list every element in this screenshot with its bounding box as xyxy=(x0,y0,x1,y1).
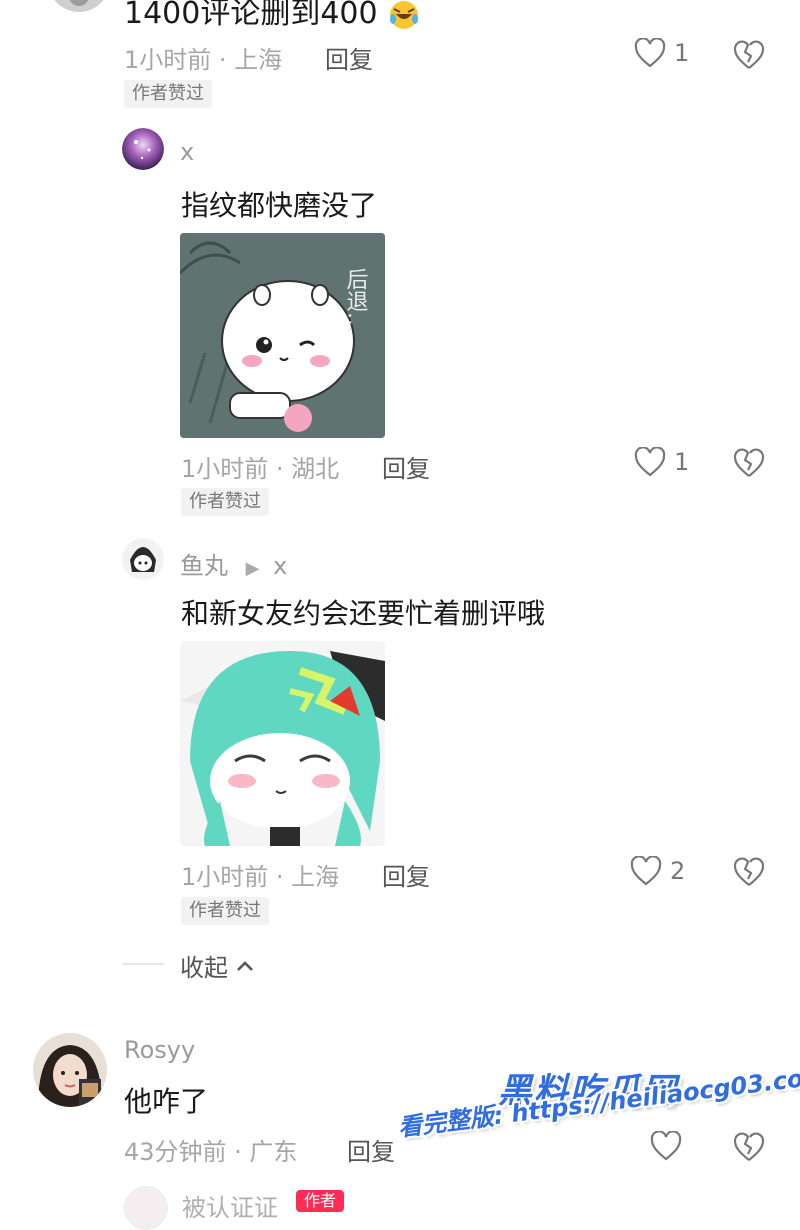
chevron-up-icon xyxy=(237,960,253,971)
broken-heart-icon xyxy=(733,448,765,477)
dislike-button[interactable] xyxy=(732,1131,766,1163)
reply-nickname-label[interactable]: 鱼丸 xyxy=(180,552,228,580)
author-liked-badge: 作者赞过 xyxy=(181,488,269,516)
collapse-divider xyxy=(122,963,164,965)
reply-nickname[interactable]: x xyxy=(180,138,194,166)
dislike-button[interactable] xyxy=(732,447,766,479)
author-liked-badge: 作者赞过 xyxy=(124,80,212,108)
reply-button[interactable]: 回复 xyxy=(382,449,430,484)
broken-heart-icon xyxy=(733,40,765,69)
comment-text: 1400评论删到400 xyxy=(124,0,419,32)
avatar[interactable] xyxy=(48,0,110,12)
comment-nickname[interactable]: Rosyy xyxy=(124,1036,195,1064)
avatar[interactable] xyxy=(122,128,164,170)
comment-nickname[interactable]: 被认证证 xyxy=(182,1188,278,1223)
like-button[interactable]: 1 xyxy=(634,38,689,68)
like-count: 1 xyxy=(674,39,690,67)
reply-button[interactable]: 回复 xyxy=(347,1132,395,1167)
comment-time-location: 43分钟前 · 广东 xyxy=(124,1138,298,1166)
reply-text: 和新女友约会还要忙着删评哦 xyxy=(181,597,546,630)
chiikawa-back-off-sticker[interactable]: 后退... xyxy=(180,233,385,438)
avatar[interactable] xyxy=(33,1033,107,1107)
comment-text-content: 1400评论删到400 xyxy=(124,0,378,31)
reply-time-location: 1小时前 · 上海 xyxy=(181,863,340,891)
broken-heart-icon xyxy=(733,1132,765,1161)
collapse-label: 收起 xyxy=(180,954,228,982)
green-hair-anime-girl-sticker[interactable] xyxy=(180,641,385,846)
broken-heart-icon xyxy=(733,857,765,886)
like-count: 1 xyxy=(674,448,690,476)
reply-time-location: 1小时前 · 湖北 xyxy=(181,455,340,483)
heart-icon xyxy=(634,447,666,477)
reply-to-nickname[interactable]: x xyxy=(273,552,287,580)
collapse-replies-button[interactable]: 收起 xyxy=(180,948,254,983)
heart-icon xyxy=(650,1131,682,1161)
avatar[interactable] xyxy=(124,1186,168,1230)
reply-button[interactable]: 回复 xyxy=(382,857,430,892)
author-tag: 作者 xyxy=(296,1190,345,1212)
reply-text: 指纹都快磨没了 xyxy=(181,189,378,222)
avatar[interactable] xyxy=(122,538,164,580)
like-button[interactable] xyxy=(650,1131,682,1161)
like-button[interactable]: 1 xyxy=(634,447,689,477)
reply-button[interactable]: 回复 xyxy=(325,40,373,75)
reply-nickname: 鱼丸 ▶ x xyxy=(180,546,287,581)
heart-icon xyxy=(630,856,662,886)
crying-laughing-emoji-icon xyxy=(389,0,419,30)
author-liked-badge: 作者赞过 xyxy=(181,897,269,925)
like-button[interactable]: 2 xyxy=(630,856,685,886)
dislike-button[interactable] xyxy=(732,39,766,71)
comment-time-location: 1小时前 · 上海 xyxy=(124,46,283,74)
sticker-caption: 后退... xyxy=(343,268,369,333)
comment-text: 他咋了 xyxy=(124,1085,209,1118)
reply-arrow-icon: ▶ xyxy=(245,558,260,579)
like-count: 2 xyxy=(670,857,686,885)
heart-icon xyxy=(634,38,666,68)
dislike-button[interactable] xyxy=(732,856,766,888)
